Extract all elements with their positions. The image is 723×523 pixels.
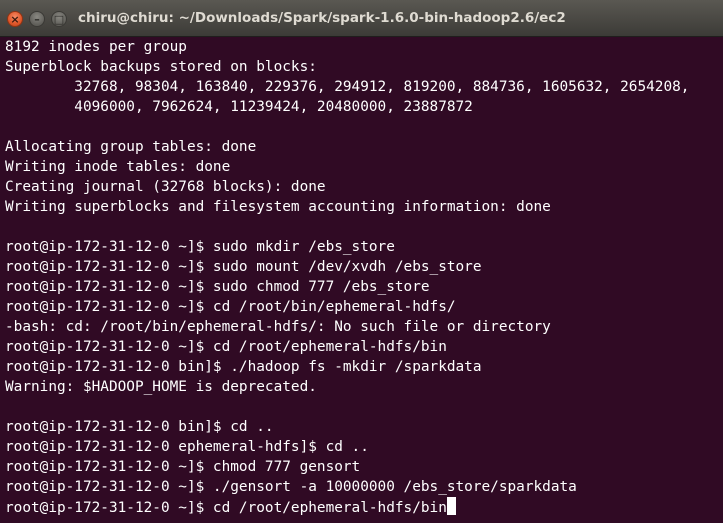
maximize-button[interactable]: □ xyxy=(51,11,67,27)
terminal-line: Warning: $HADOOP_HOME is deprecated. xyxy=(5,379,317,395)
window-title: chiru@chiru: ~/Downloads/Spark/spark-1.6… xyxy=(78,10,566,26)
terminal-window: × – □ chiru@chiru: ~/Downloads/Spark/spa… xyxy=(0,0,723,523)
terminal-line: Writing superblocks and filesystem accou… xyxy=(5,199,551,215)
terminal-line: root@ip-172-31-12-0 ~]$ sudo mkdir /ebs_… xyxy=(5,239,395,255)
terminal-line: root@ip-172-31-12-0 ~]$ cd /root/ephemer… xyxy=(5,339,447,355)
terminal-line: 8192 inodes per group xyxy=(5,39,187,55)
terminal-line: 32768, 98304, 163840, 229376, 294912, 81… xyxy=(5,79,690,95)
terminal-line: root@ip-172-31-12-0 ~]$ ./gensort -a 100… xyxy=(5,479,577,495)
terminal-line: -bash: cd: /root/bin/ephemeral-hdfs/: No… xyxy=(5,319,551,335)
terminal-line: 4096000, 7962624, 11239424, 20480000, 23… xyxy=(5,99,473,115)
terminal-line: root@ip-172-31-12-0 ephemeral-hdfs]$ cd … xyxy=(5,439,369,455)
terminal-line: Writing inode tables: done xyxy=(5,159,231,175)
terminal-line: root@ip-172-31-12-0 bin]$ cd .. xyxy=(5,419,274,435)
current-command-line[interactable]: root@ip-172-31-12-0 ~]$ cd /root/ephemer… xyxy=(5,497,723,517)
terminal-line: Allocating group tables: done xyxy=(5,139,257,155)
terminal-line: Creating journal (32768 blocks): done xyxy=(5,179,326,195)
terminal-line: root@ip-172-31-12-0 ~]$ cd /root/bin/eph… xyxy=(5,299,456,315)
terminal-line: root@ip-172-31-12-0 ~]$ sudo chmod 777 /… xyxy=(5,279,430,295)
terminal-line: root@ip-172-31-12-0 bin]$ ./hadoop fs -m… xyxy=(5,359,482,375)
terminal-line: root@ip-172-31-12-0 ~]$ sudo mount /dev/… xyxy=(5,259,482,275)
close-button[interactable]: × xyxy=(7,11,23,27)
terminal-output[interactable]: 8192 inodes per group Superblock backups… xyxy=(0,37,723,523)
terminal-line: root@ip-172-31-12-0 ~]$ chmod 777 gensor… xyxy=(5,459,361,475)
title-bar[interactable]: × – □ chiru@chiru: ~/Downloads/Spark/spa… xyxy=(0,0,723,37)
minimize-button[interactable]: – xyxy=(29,11,45,27)
current-command-text: root@ip-172-31-12-0 ~]$ cd /root/ephemer… xyxy=(5,500,447,516)
terminal-line: Superblock backups stored on blocks: xyxy=(5,59,317,75)
text-cursor xyxy=(446,497,456,515)
